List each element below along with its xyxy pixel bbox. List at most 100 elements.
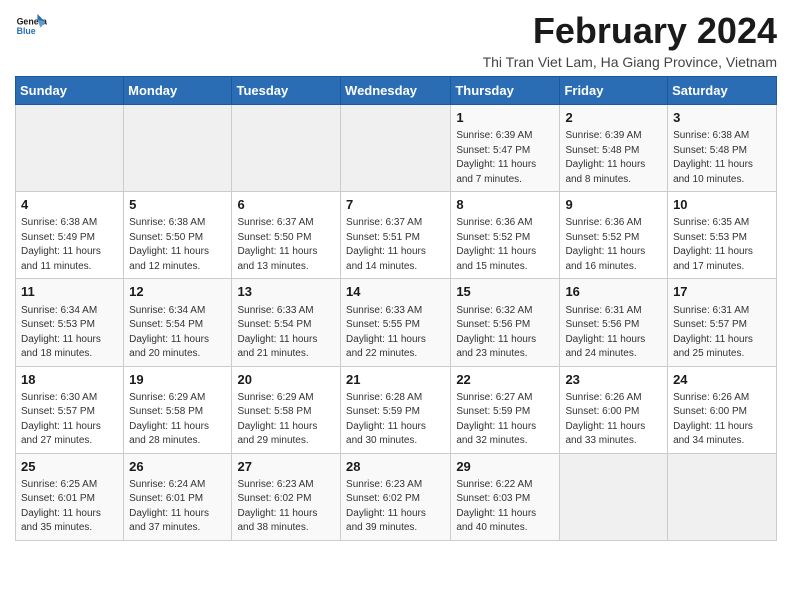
day-number: 14 <box>346 283 445 301</box>
day-info: Sunrise: 6:27 AM Sunset: 5:59 PM Dayligh… <box>456 391 554 449</box>
calendar-cell: 12 Sunrise: 6:34 AM Sunset: 5:54 PM Dayli… <box>124 279 232 366</box>
day-number: 4 <box>21 196 118 214</box>
calendar-week-2: 4 Sunrise: 6:38 AM Sunset: 5:49 PM Daylig… <box>16 192 777 279</box>
day-info: Sunrise: 6:36 AM Sunset: 5:52 PM Dayligh… <box>456 216 554 274</box>
calendar-cell <box>16 105 124 192</box>
calendar-cell: 20 Sunrise: 6:29 AM Sunset: 5:58 PM Dayli… <box>232 366 341 453</box>
calendar-cell: 4 Sunrise: 6:38 AM Sunset: 5:49 PM Daylig… <box>16 192 124 279</box>
day-number: 21 <box>346 371 445 389</box>
day-info: Sunrise: 6:34 AM Sunset: 5:54 PM Dayligh… <box>129 304 226 362</box>
day-info: Sunrise: 6:37 AM Sunset: 5:51 PM Dayligh… <box>346 216 445 274</box>
calendar-cell: 7 Sunrise: 6:37 AM Sunset: 5:51 PM Daylig… <box>341 192 451 279</box>
day-info: Sunrise: 6:38 AM Sunset: 5:49 PM Dayligh… <box>21 216 118 274</box>
page: General Blue February 2024 Thi Tran Viet… <box>0 0 792 612</box>
main-title: February 2024 <box>483 10 777 52</box>
calendar-cell: 11Sunrise: 6:34 AM Sunset: 5:53 PM Dayli… <box>16 279 124 366</box>
col-tuesday: Tuesday <box>232 77 341 105</box>
day-number: 13 <box>237 283 335 301</box>
day-info: Sunrise: 6:38 AM Sunset: 5:50 PM Dayligh… <box>129 216 226 274</box>
day-number: 26 <box>129 458 226 476</box>
calendar-week-4: 18 Sunrise: 6:30 AM Sunset: 5:57 PM Dayli… <box>16 366 777 453</box>
calendar-week-1: 1 Sunrise: 6:39 AM Sunset: 5:47 PM Daylig… <box>16 105 777 192</box>
day-number: 9 <box>565 196 662 214</box>
calendar-cell: 3 Sunrise: 6:38 AM Sunset: 5:48 PM Daylig… <box>668 105 777 192</box>
col-saturday: Saturday <box>668 77 777 105</box>
day-info: Sunrise: 6:33 AM Sunset: 5:55 PM Dayligh… <box>346 304 445 362</box>
calendar-cell: 18 Sunrise: 6:30 AM Sunset: 5:57 PM Dayli… <box>16 366 124 453</box>
calendar-cell: 9 Sunrise: 6:36 AM Sunset: 5:52 PM Daylig… <box>560 192 668 279</box>
day-number: 3 <box>673 109 771 127</box>
calendar-cell: 25 Sunrise: 6:25 AM Sunset: 6:01 PM Dayli… <box>16 453 124 540</box>
calendar-cell: 27 Sunrise: 6:23 AM Sunset: 6:02 PM Dayli… <box>232 453 341 540</box>
logo: General Blue <box>15 10 47 42</box>
day-info: Sunrise: 6:23 AM Sunset: 6:02 PM Dayligh… <box>346 478 445 536</box>
header: General Blue February 2024 Thi Tran Viet… <box>15 10 777 70</box>
calendar: Sunday Monday Tuesday Wednesday Thursday… <box>15 76 777 541</box>
day-info: Sunrise: 6:26 AM Sunset: 6:00 PM Dayligh… <box>673 391 771 449</box>
day-info: Sunrise: 6:31 AM Sunset: 5:56 PM Dayligh… <box>565 304 662 362</box>
svg-text:Blue: Blue <box>17 26 36 36</box>
col-sunday: Sunday <box>16 77 124 105</box>
col-thursday: Thursday <box>451 77 560 105</box>
day-number: 7 <box>346 196 445 214</box>
title-section: February 2024 Thi Tran Viet Lam, Ha Gian… <box>483 10 777 70</box>
calendar-header-row: Sunday Monday Tuesday Wednesday Thursday… <box>16 77 777 105</box>
day-number: 1 <box>456 109 554 127</box>
calendar-cell: 17Sunrise: 6:31 AM Sunset: 5:57 PM Dayli… <box>668 279 777 366</box>
day-info: Sunrise: 6:38 AM Sunset: 5:48 PM Dayligh… <box>673 129 771 187</box>
calendar-cell <box>668 453 777 540</box>
calendar-cell: 13 Sunrise: 6:33 AM Sunset: 5:54 PM Dayli… <box>232 279 341 366</box>
logo-icon: General Blue <box>15 10 47 42</box>
calendar-cell: 10Sunrise: 6:35 AM Sunset: 5:53 PM Dayli… <box>668 192 777 279</box>
day-info: Sunrise: 6:24 AM Sunset: 6:01 PM Dayligh… <box>129 478 226 536</box>
day-number: 23 <box>565 371 662 389</box>
day-number: 24 <box>673 371 771 389</box>
day-number: 22 <box>456 371 554 389</box>
calendar-cell: 2Sunrise: 6:39 AM Sunset: 5:48 PM Daylig… <box>560 105 668 192</box>
col-monday: Monday <box>124 77 232 105</box>
day-info: Sunrise: 6:25 AM Sunset: 6:01 PM Dayligh… <box>21 478 118 536</box>
day-number: 18 <box>21 371 118 389</box>
day-number: 25 <box>21 458 118 476</box>
day-info: Sunrise: 6:31 AM Sunset: 5:57 PM Dayligh… <box>673 304 771 362</box>
calendar-cell: 15Sunrise: 6:32 AM Sunset: 5:56 PM Dayli… <box>451 279 560 366</box>
day-info: Sunrise: 6:23 AM Sunset: 6:02 PM Dayligh… <box>237 478 335 536</box>
day-info: Sunrise: 6:29 AM Sunset: 5:58 PM Dayligh… <box>129 391 226 449</box>
day-number: 19 <box>129 371 226 389</box>
calendar-cell: 24 Sunrise: 6:26 AM Sunset: 6:00 PM Dayli… <box>668 366 777 453</box>
calendar-cell: 8 Sunrise: 6:36 AM Sunset: 5:52 PM Daylig… <box>451 192 560 279</box>
calendar-cell: 23 Sunrise: 6:26 AM Sunset: 6:00 PM Dayli… <box>560 366 668 453</box>
day-number: 28 <box>346 458 445 476</box>
calendar-cell: 29Sunrise: 6:22 AM Sunset: 6:03 PM Dayli… <box>451 453 560 540</box>
day-number: 20 <box>237 371 335 389</box>
day-info: Sunrise: 6:39 AM Sunset: 5:47 PM Dayligh… <box>456 129 554 187</box>
calendar-cell: 26 Sunrise: 6:24 AM Sunset: 6:01 PM Dayli… <box>124 453 232 540</box>
calendar-week-5: 25 Sunrise: 6:25 AM Sunset: 6:01 PM Dayli… <box>16 453 777 540</box>
day-number: 2 <box>565 109 662 127</box>
calendar-cell: 5Sunrise: 6:38 AM Sunset: 5:50 PM Daylig… <box>124 192 232 279</box>
day-info: Sunrise: 6:26 AM Sunset: 6:00 PM Dayligh… <box>565 391 662 449</box>
calendar-cell: 16 Sunrise: 6:31 AM Sunset: 5:56 PM Dayli… <box>560 279 668 366</box>
calendar-cell: 6 Sunrise: 6:37 AM Sunset: 5:50 PM Daylig… <box>232 192 341 279</box>
calendar-cell: 28 Sunrise: 6:23 AM Sunset: 6:02 PM Dayli… <box>341 453 451 540</box>
day-number: 11 <box>21 283 118 301</box>
day-number: 27 <box>237 458 335 476</box>
day-info: Sunrise: 6:30 AM Sunset: 5:57 PM Dayligh… <box>21 391 118 449</box>
day-info: Sunrise: 6:28 AM Sunset: 5:59 PM Dayligh… <box>346 391 445 449</box>
day-number: 6 <box>237 196 335 214</box>
day-number: 12 <box>129 283 226 301</box>
day-number: 16 <box>565 283 662 301</box>
calendar-cell <box>232 105 341 192</box>
calendar-cell: 19 Sunrise: 6:29 AM Sunset: 5:58 PM Dayli… <box>124 366 232 453</box>
calendar-week-3: 11Sunrise: 6:34 AM Sunset: 5:53 PM Dayli… <box>16 279 777 366</box>
day-number: 15 <box>456 283 554 301</box>
day-info: Sunrise: 6:36 AM Sunset: 5:52 PM Dayligh… <box>565 216 662 274</box>
day-number: 29 <box>456 458 554 476</box>
calendar-cell: 22 Sunrise: 6:27 AM Sunset: 5:59 PM Dayli… <box>451 366 560 453</box>
day-info: Sunrise: 6:37 AM Sunset: 5:50 PM Dayligh… <box>237 216 335 274</box>
day-info: Sunrise: 6:33 AM Sunset: 5:54 PM Dayligh… <box>237 304 335 362</box>
calendar-cell: 14 Sunrise: 6:33 AM Sunset: 5:55 PM Dayli… <box>341 279 451 366</box>
day-number: 8 <box>456 196 554 214</box>
day-info: Sunrise: 6:29 AM Sunset: 5:58 PM Dayligh… <box>237 391 335 449</box>
subtitle: Thi Tran Viet Lam, Ha Giang Province, Vi… <box>483 54 777 70</box>
